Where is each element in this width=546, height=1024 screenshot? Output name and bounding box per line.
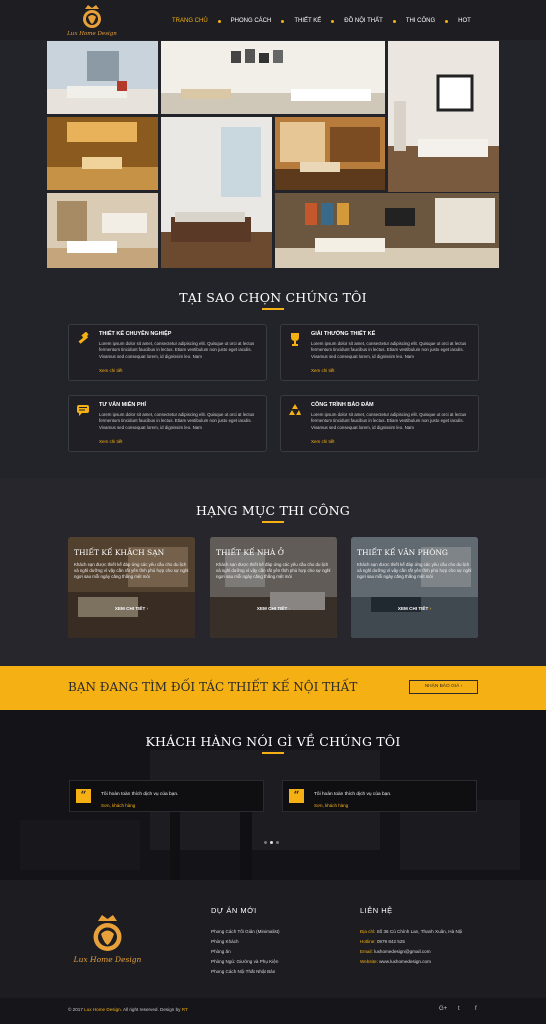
service-card[interactable]: THIẾT KẾ KHÁCH SẠN Khách sạn được thiết … [68,537,195,638]
lion-crown-icon [93,915,122,951]
footer-projects-title: DỰ ÁN MỚI [211,906,257,915]
footer-project-link[interactable]: Phòng ăn [211,949,231,954]
service-card-title: THIẾT KẾ KHÁCH SẠN [74,548,165,557]
why-item-title: GIẢI THƯỞNG THIẾT KẾ [311,331,376,337]
gallery [46,40,500,269]
logo-text: Lux Home Design [67,31,117,37]
chat-icon [77,405,89,416]
service-card-button[interactable]: XEM CHI TIẾT › [210,606,337,611]
title-underline [262,752,284,754]
footer: Lux Home Design DỰ ÁN MỚI Phong Cách Tối… [0,880,546,998]
chevron-right-icon: › [288,606,291,611]
nav-item-hot[interactable]: HOT [448,18,481,24]
nav-item-construction[interactable]: THI CÔNG [396,18,445,24]
gallery-image[interactable] [161,117,272,268]
why-title: TẠI SAO CHỌN CHÚNG TÔI [179,290,367,305]
why-item-desc: Lorem ipsum dolor sit amet, consectetur … [311,341,467,359]
lion-crown-icon [83,5,101,28]
gallery-image[interactable] [161,41,385,114]
gallery-image[interactable] [47,41,158,114]
copyright: © 2017 Lux Home Design. All right reserv… [68,1007,188,1012]
nav-item-furniture[interactable]: ĐỒ NỘI THẤT [334,18,393,24]
carousel-dot-active[interactable] [270,841,273,844]
why-item: THIẾT KẾ CHUYÊN NGHIỆP Lorem ipsum dolor… [68,324,267,381]
testimonial-quote: Tôi hoàn toàn thích dịch vụ của bạn. [101,792,179,797]
carousel-dots [264,841,279,844]
trophy-icon [291,333,299,346]
footer-project-link[interactable]: Phong Cách Nội Thất Nhật Bản [211,969,275,974]
twitter-icon[interactable]: t [458,1006,460,1012]
service-card[interactable]: THIẾT KẾ VĂN PHÒNG Khách sạn được thiết … [351,537,478,638]
service-card-desc: Khách sạn được thiết kế đáp ứng các yêu … [74,562,189,580]
footer-project-link[interactable]: Phòng Khách [211,939,239,944]
testimonial-card: “ Tôi hoàn toàn thích dịch vụ của bạn. S… [69,780,264,812]
gallery-image[interactable] [275,117,385,190]
why-item-title: TƯ VẤN MIỄN PHÍ [99,402,147,408]
chevron-right-icon: › [146,606,149,611]
nav-item-design[interactable]: THIẾT KẾ [284,18,331,24]
header: Lux Home Design TRANG CHỦ PHONG CÁCH THI… [0,0,546,40]
why-item-desc: Lorem ipsum dolor sit amet, consectetur … [99,341,255,359]
footer-contact-title: LIÊN HỆ [360,906,393,915]
service-card-title: THIẾT KẾ NHÀ Ở [216,548,284,557]
cta-title: BẠN ĐANG TÌM ĐỐI TÁC THIẾT KẾ NỘI THẤT [68,680,358,694]
footer-address: Địa chỉ: Số 36 Cù Chính Lan, Thanh Xuân,… [360,929,463,934]
why-item-more-link[interactable]: Xem chi tiết [99,368,123,373]
services-title: HẠNG MỤC THI CÔNG [196,503,350,518]
why-item-more-link[interactable]: Xem chi tiết [311,368,335,373]
why-item: TƯ VẤN MIỄN PHÍ Lorem ipsum dolor sit am… [68,395,267,452]
chevron-right-icon: › [429,606,432,611]
why-item: GIẢI THƯỞNG THIẾT KẾ Lorem ipsum dolor s… [280,324,479,381]
chevron-right-icon: › [460,684,463,689]
quote-icon: “ [289,789,304,803]
bottom-bar: © 2017 Lux Home Design. All right reserv… [0,998,546,1024]
why-item: CÔNG TRÌNH BẢO ĐẢM Lorem ipsum dolor sit… [280,395,479,452]
service-card-desc: Khách sạn được thiết kế đáp ứng các yêu … [357,562,472,580]
footer-project-link[interactable]: Phong Cách Tối Giản (Minimalist) [211,929,280,934]
quote-icon: “ [76,789,91,803]
footer-logo-text: Lux Home Design [73,955,142,964]
service-card[interactable]: THIẾT KẾ NHÀ Ở Khách sạn được thiết kế đ… [210,537,337,638]
testimonials-title: KHÁCH HÀNG NÓI GÌ VỀ CHÚNG TÔI [145,734,401,749]
service-card-desc: Khách sạn được thiết kế đáp ứng các yêu … [216,562,331,580]
testimonial-author: Sơn, khách hàng [101,803,136,808]
gallery-image[interactable] [47,117,158,190]
why-item-more-link[interactable]: Xem chi tiết [311,439,335,444]
google-plus-icon[interactable]: G+ [439,1006,447,1012]
nav-item-home[interactable]: TRANG CHỦ [162,18,218,24]
hammer-icon [78,332,89,344]
nav-item-style[interactable]: PHONG CÁCH [221,18,282,24]
title-underline [262,521,284,523]
main-nav: TRANG CHỦ PHONG CÁCH THIẾT KẾ ĐỒ NỘI THẤ… [162,16,481,26]
logo[interactable]: Lux Home Design [66,3,118,37]
footer-website: Website: www.luxhomedesign.com [360,959,431,964]
why-item-more-link[interactable]: Xem chi tiết [99,439,123,444]
footer-logo[interactable]: Lux Home Design [70,912,145,964]
testimonial-card: “ Tôi hoàn toàn thích dịch vụ của bạn. S… [282,780,477,812]
why-item-title: CÔNG TRÌNH BẢO ĐẢM [311,402,374,408]
footer-project-link[interactable]: Phòng Ngủ: Giường và Phụ Kiện [211,959,278,964]
service-card-button[interactable]: XEM CHI TIẾT › [68,606,195,611]
testimonial-author: Sơn, khách hàng [314,803,349,808]
service-card-button[interactable]: XEM CHI TIẾT › [351,606,478,611]
service-card-title: THIẾT KẾ VĂN PHÒNG [357,548,448,557]
testimonial-quote: Tôi hoàn toàn thích dịch vụ của bạn. [314,792,392,797]
gallery-image[interactable] [47,193,158,268]
quote-request-button[interactable]: NHẬN BÁO GIÁ › [409,680,478,694]
carousel-dot[interactable] [264,841,267,844]
why-item-title: THIẾT KẾ CHUYÊN NGHIỆP [99,331,172,337]
gallery-image[interactable] [388,41,499,192]
why-item-desc: Lorem ipsum dolor sit amet, consectetur … [99,412,255,430]
page: Lux Home Design TRANG CHỦ PHONG CÁCH THI… [0,0,546,1024]
footer-email: Email: luxhomedesign@gmail.com [360,949,431,954]
facebook-icon[interactable]: f [475,1006,477,1012]
why-item-desc: Lorem ipsum dolor sit amet, consectetur … [311,412,467,430]
recycle-icon [289,404,301,415]
gallery-image[interactable] [275,193,499,268]
carousel-dot[interactable] [276,841,279,844]
title-underline [262,308,284,310]
footer-hotline: Hotline: 0979 842 525 [360,939,405,944]
